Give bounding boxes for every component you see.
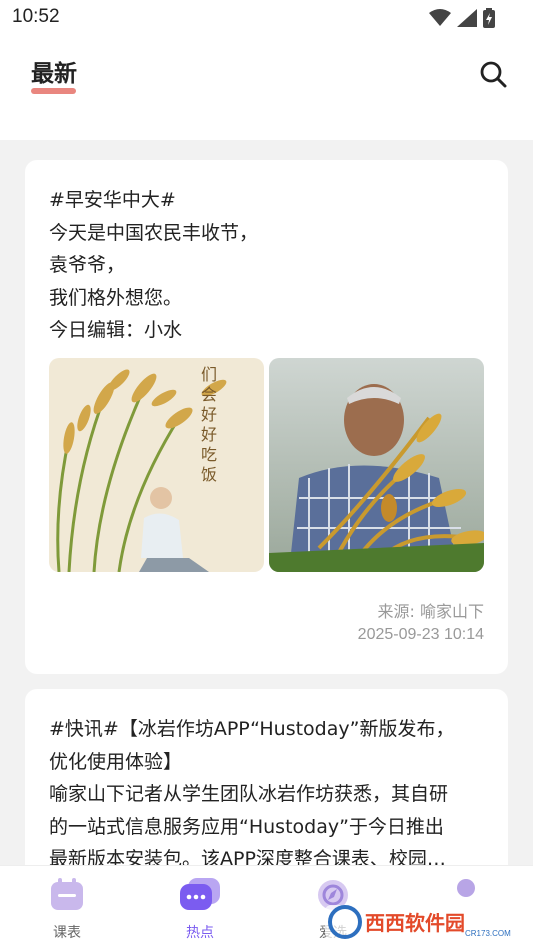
watermark-sub: CR173.COM — [465, 929, 511, 938]
caption-char: 饭 — [201, 465, 217, 484]
page-title: 最新 — [31, 61, 77, 87]
caption-char: 会 — [201, 385, 217, 404]
card-line: 今日编辑：小水 — [49, 319, 183, 341]
site-watermark-logo: 西西软件园 CR173.COM — [325, 905, 511, 939]
news-card[interactable]: #快讯#【冰岩作坊APP“Hustoday”新版发布， 优化使用体验】 喻家山下… — [25, 689, 508, 889]
bottom-nav: 课表 热点 爱选 西西软件园 CR173.COM — [0, 865, 533, 948]
card-line: 喻家山下记者从学生团队冰岩作坊获悉，其自研 — [49, 783, 449, 805]
card-line: 今天是中国农民丰收节， — [49, 221, 259, 244]
card-line: #早安华中大# — [49, 189, 176, 211]
caption-char: 好 — [201, 425, 217, 444]
battery-icon — [483, 8, 495, 28]
card-line: 袁爷爷， — [49, 254, 126, 276]
caption-char: 吃 — [201, 445, 217, 464]
nav-item-hot[interactable]: 热点 — [160, 878, 240, 942]
schedule-icon — [51, 878, 83, 910]
card-body: #快讯#【冰岩作坊APP“Hustoday”新版发布， 优化使用体验】 喻家山下… — [49, 713, 489, 876]
card-photo-illustration[interactable]: 们 会 好 好 吃 饭 — [49, 358, 264, 572]
card-line: 我们格外想您。 — [49, 286, 183, 309]
tab-indicator — [31, 88, 76, 94]
card-source: 来源: 喻家山下 — [377, 602, 484, 621]
nav-item-schedule[interactable]: 课表 — [27, 878, 107, 942]
watermark-text: 西西软件园 — [365, 911, 465, 935]
chat-icon — [180, 878, 220, 910]
card-photo-portrait[interactable] — [269, 358, 484, 572]
card-line: 的一站式信息服务应用“Hustoday”于今日推出 — [49, 815, 444, 838]
card-line: #快讯#【冰岩作坊APP“Hustoday”新版发布， — [49, 718, 455, 740]
wifi-icon — [429, 9, 451, 26]
card-line: 优化使用体验】 — [49, 750, 183, 773]
caption-char: 好 — [201, 405, 217, 424]
card-body: #早安华中大# 今天是中国农民丰收节， 袁爷爷， 我们格外想您。 今日编辑：小水 — [49, 184, 489, 347]
status-icons — [429, 8, 495, 28]
search-icon[interactable] — [479, 60, 507, 88]
nav-label: 热点 — [186, 925, 214, 941]
status-time: 10:52 — [12, 6, 60, 27]
nav-label: 课表 — [53, 925, 81, 941]
caption-char: 们 — [201, 365, 217, 384]
news-card[interactable]: #早安华中大# 今天是中国农民丰收节， 袁爷爷， 我们格外想您。 今日编辑：小水 — [25, 160, 508, 674]
status-bar: 10:52 — [0, 0, 533, 36]
signal-icon — [457, 9, 477, 27]
card-date: 2025-09-23 10:14 — [357, 626, 484, 643]
header: 最新 — [0, 36, 533, 140]
